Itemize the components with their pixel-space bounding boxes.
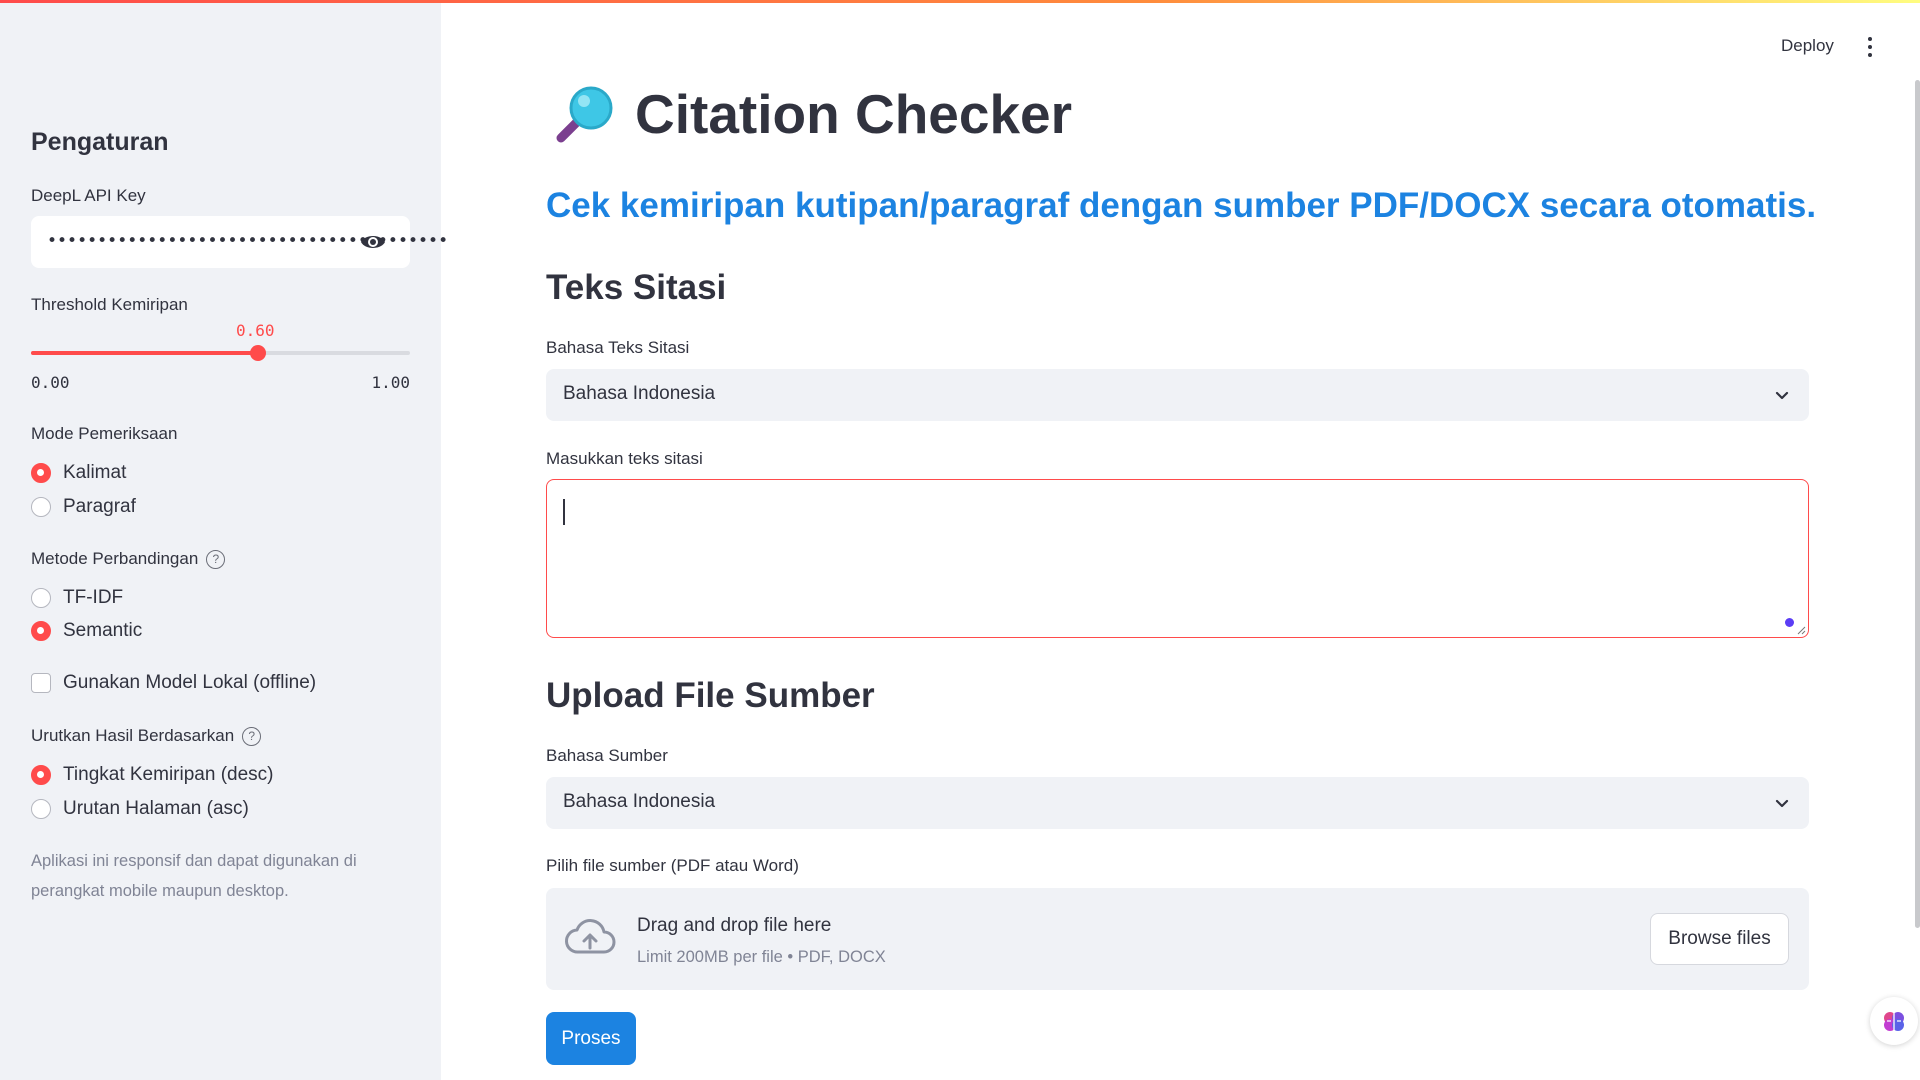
chevron-down-icon (1775, 799, 1789, 808)
source-language-label: Bahasa Sumber (546, 746, 668, 765)
radio-method-semantic[interactable]: Semantic (31, 620, 142, 642)
deploy-button[interactable]: Deploy (1781, 36, 1834, 56)
radio-sort-page[interactable]: Urutan Halaman (asc) (31, 798, 249, 820)
radio-label: Kalimat (63, 462, 127, 483)
help-icon[interactable]: ? (242, 727, 262, 747)
help-icon[interactable]: ? (206, 550, 226, 570)
radio-selected-icon[interactable] (31, 765, 51, 785)
radio-method-tfidf[interactable]: TF-IDF (31, 587, 123, 609)
page-title: Citation Checker (635, 83, 1073, 145)
radio-label: Urutan Halaman (asc) (63, 798, 249, 819)
threshold-min: 0.00 (31, 373, 70, 392)
page-subtitle: Cek kemiripan kutipan/paragraf dengan su… (546, 186, 1817, 225)
radio-unselected-icon[interactable] (31, 588, 51, 608)
chevron-down-icon (1775, 391, 1789, 400)
radio-selected-icon[interactable] (31, 463, 51, 483)
citation-text-input[interactable] (546, 479, 1809, 638)
resize-handle-icon[interactable] (1797, 626, 1806, 635)
local-model-checkbox[interactable]: Gunakan Model Lokal (offline) (31, 672, 316, 694)
extension-dot-icon (1785, 618, 1794, 627)
upload-heading: Upload File Sumber (546, 676, 875, 715)
eye-icon[interactable] (360, 231, 386, 253)
browse-files-button[interactable]: Browse files (1650, 913, 1789, 965)
brain-icon (1884, 1012, 1904, 1031)
radio-label: TF-IDF (63, 587, 124, 608)
dropzone-limit-hint: Limit 200MB per file • PDF, DOCX (637, 948, 886, 966)
file-dropzone[interactable]: Drag and drop file here Limit 200MB per … (546, 888, 1809, 990)
sidebar: Pengaturan DeepL API Key •••••••••••••••… (0, 0, 448, 1080)
text-caret (563, 499, 565, 525)
threshold-slider-fill (31, 351, 258, 355)
scrollbar[interactable] (1915, 80, 1920, 928)
radio-unselected-icon[interactable] (31, 799, 51, 819)
dropzone-instruction: Drag and drop file here (637, 915, 832, 936)
api-key-masked-value: •••••••••••••••••••••••••••••••••••••••• (47, 231, 449, 251)
main-menu-icon[interactable] (1868, 37, 1872, 57)
radio-mode-paragraf[interactable]: Paragraf (31, 496, 136, 518)
threshold-value: 0.60 (236, 321, 275, 340)
threshold-max: 1.00 (371, 373, 410, 392)
sidebar-footer-note: Aplikasi ini responsif dan dapat digunak… (31, 852, 357, 900)
radio-label: Tingkat Kemiripan (desc) (63, 764, 274, 785)
select-value: Bahasa Indonesia (563, 791, 716, 812)
file-upload-label: Pilih file sumber (PDF atau Word) (546, 856, 799, 875)
cloud-upload-icon (565, 919, 616, 954)
sidebar-title: Pengaturan (31, 128, 169, 156)
radio-sort-similarity[interactable]: Tingkat Kemiripan (desc) (31, 764, 273, 786)
api-key-label: DeepL API Key (31, 186, 146, 205)
radio-label: Semantic (63, 620, 143, 641)
assistant-widget-button[interactable] (1870, 997, 1918, 1045)
title-row: Citation Checker (553, 82, 1072, 146)
citation-heading: Teks Sitasi (546, 268, 727, 307)
radio-unselected-icon[interactable] (31, 497, 51, 517)
sort-label-text: Urutkan Hasil Berdasarkan (31, 726, 235, 745)
sort-label: Urutkan Hasil Berdasarkan? (31, 726, 262, 747)
checkbox-label: Gunakan Model Lokal (offline) (63, 672, 317, 693)
citation-language-label: Bahasa Teks Sitasi (546, 338, 690, 357)
magnifier-icon (556, 86, 613, 143)
mode-label: Mode Pemeriksaan (31, 424, 178, 443)
radio-label: Paragraf (63, 496, 136, 517)
radio-selected-icon[interactable] (31, 621, 51, 641)
select-value: Bahasa Indonesia (563, 383, 716, 404)
threshold-label: Threshold Kemiripan (31, 295, 188, 314)
threshold-slider[interactable] (31, 345, 410, 361)
threshold-slider-thumb[interactable] (250, 345, 266, 361)
checkbox-icon[interactable] (31, 673, 51, 693)
citation-language-select[interactable]: Bahasa Indonesia (546, 369, 1809, 421)
method-label: Metode Perbandingan? (31, 549, 226, 570)
radio-mode-kalimat[interactable]: Kalimat (31, 462, 126, 484)
method-label-text: Metode Perbandingan (31, 549, 199, 568)
api-key-input[interactable]: •••••••••••••••••••••••••••••••••••••••• (31, 216, 448, 268)
proses-button[interactable]: Proses (546, 1012, 636, 1065)
source-language-select[interactable]: Bahasa Indonesia (546, 777, 1809, 829)
top-decoration-stripe (0, 0, 1920, 3)
citation-input-label: Masukkan teks sitasi (546, 449, 703, 468)
